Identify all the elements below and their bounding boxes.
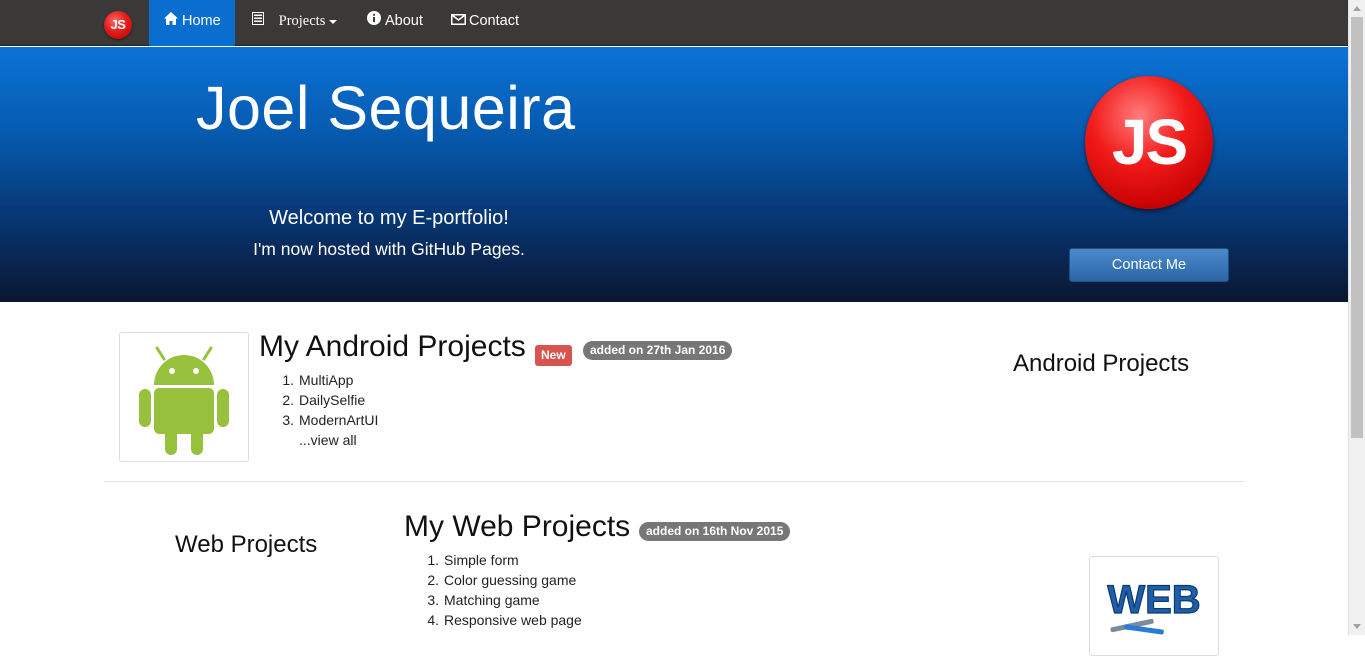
scrollbar-thumb[interactable] — [1351, 17, 1363, 438]
project-link-simple-form[interactable]: Simple form — [444, 552, 519, 568]
android-robot-icon — [139, 346, 229, 455]
web-section-title: My Web Projects — [404, 510, 631, 543]
nav-about[interactable]: About — [366, 0, 423, 46]
nav-about-label: About — [385, 13, 423, 29]
welcome-text: Welcome to my E-portfolio! — [269, 207, 509, 229]
list-item[interactable]: 1. Simple form — [424, 550, 582, 570]
page-title: Joel Sequeira — [196, 74, 576, 142]
nav-home[interactable]: Home — [149, 0, 235, 46]
list-icon — [250, 0, 266, 42]
project-link-multiapp[interactable]: MultiApp — [299, 372, 353, 388]
scroll-down-arrow-icon[interactable] — [1353, 624, 1361, 629]
project-link-matching-game[interactable]: Matching game — [444, 592, 540, 608]
android-section-title: My Android Projects — [259, 330, 526, 363]
section-divider — [104, 481, 1244, 482]
list-item[interactable]: 3. Matching game — [424, 590, 582, 610]
nav-projects-dropdown[interactable]: Projects — [250, 0, 338, 46]
android-date-badge: added on 27th Jan 2016 — [583, 341, 733, 360]
contact-me-button[interactable]: Contact Me — [1069, 248, 1229, 282]
web-project-list: 1. Simple form 2. Color guessing game 3. Ma… — [424, 550, 582, 630]
android-thumbnail[interactable] — [119, 332, 249, 462]
web-side-heading: Web Projects — [175, 531, 318, 558]
hosting-note: I'm now hosted with GitHub Pages. — [253, 239, 525, 259]
project-link-color-game[interactable]: Color guessing game — [444, 572, 576, 588]
home-icon — [163, 0, 179, 42]
hero-banner: Joel Sequeira Welcome to my E-portfolio!… — [0, 47, 1348, 302]
nav-contact-label: Contact — [469, 13, 519, 29]
brand-logo[interactable]: JS — [104, 11, 132, 39]
js-logo: JS — [1085, 76, 1213, 209]
chevron-down-icon — [329, 19, 338, 24]
list-item[interactable]: 4. Responsive web page — [424, 610, 582, 630]
nav-projects-label: Projects — [278, 13, 326, 29]
view-all-link[interactable]: ...view all — [279, 430, 378, 450]
web-logo-text: WEB — [1107, 578, 1200, 622]
project-link-modernartui[interactable]: ModernArtUI — [299, 412, 378, 428]
web-date-badge: added on 16th Nov 2015 — [639, 522, 791, 541]
nav-home-label: Home — [182, 13, 221, 29]
scroll-up-arrow-icon[interactable] — [1353, 6, 1361, 11]
list-item[interactable]: 3. ModernArtUI — [279, 410, 378, 430]
project-link-dailyselfie[interactable]: DailySelfie — [299, 392, 365, 408]
top-navbar: JS Home Projects About Contact — [0, 0, 1348, 46]
web-thumbnail[interactable]: WEB — [1089, 556, 1219, 656]
vertical-scrollbar[interactable] — [1348, 0, 1365, 635]
android-project-list: 1. MultiApp 2. DailySelfie 3. ModernArtUI .… — [279, 370, 378, 450]
android-side-heading: Android Projects — [1013, 350, 1190, 377]
project-link-responsive-page[interactable]: Responsive web page — [444, 612, 582, 628]
list-item[interactable]: 2. Color guessing game — [424, 570, 582, 590]
new-badge: New — [535, 345, 572, 366]
list-item[interactable]: 1. MultiApp — [279, 370, 378, 390]
list-item[interactable]: 2. DailySelfie — [279, 390, 378, 410]
info-icon — [366, 0, 382, 42]
envelope-icon — [450, 0, 466, 42]
web-logo-icon: WEB — [1107, 577, 1201, 635]
nav-contact[interactable]: Contact — [450, 0, 519, 46]
